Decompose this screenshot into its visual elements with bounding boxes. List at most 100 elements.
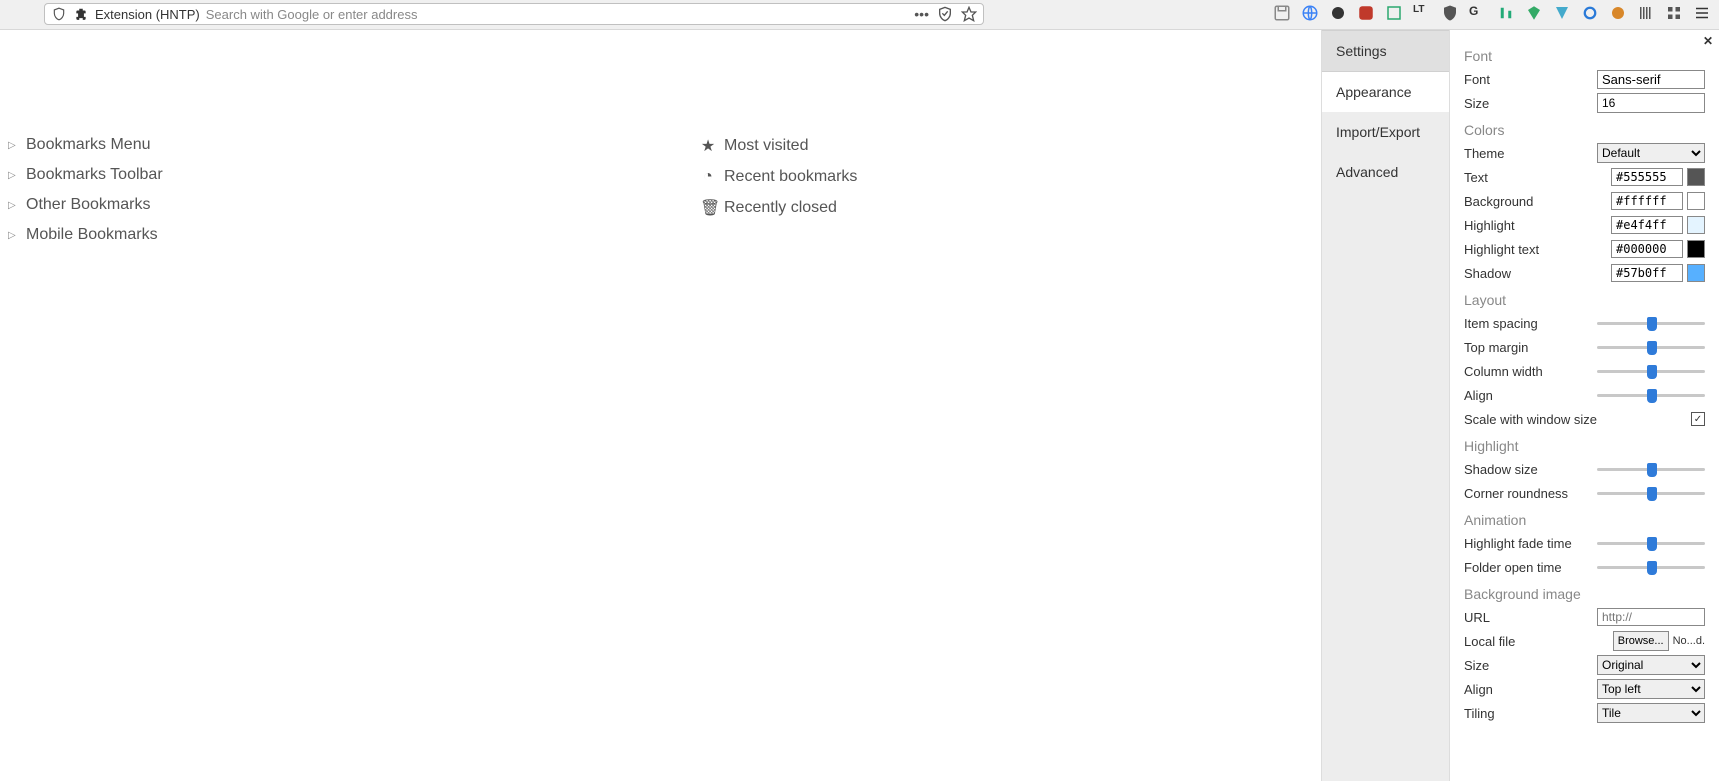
section-animation: Animation: [1464, 512, 1705, 528]
addon-icon-12[interactable]: [1637, 4, 1655, 22]
reader-icon[interactable]: [937, 6, 953, 22]
color-label: Highlight: [1464, 218, 1611, 233]
addon-icon-10[interactable]: [1581, 4, 1599, 22]
shield-icon: [51, 6, 67, 22]
color-input[interactable]: [1611, 192, 1683, 210]
slider[interactable]: [1597, 370, 1705, 373]
item-icon: ★: [700, 136, 716, 156]
bookmark-special[interactable]: ◔ Recent bookmarks: [700, 162, 1100, 192]
addon-icon-5[interactable]: [1441, 4, 1459, 22]
addon-icon-4[interactable]: LT: [1413, 4, 1431, 22]
item-icon: 🗑: [700, 198, 716, 218]
caret-icon: ▷: [8, 140, 18, 151]
color-input[interactable]: [1611, 216, 1683, 234]
color-swatch[interactable]: [1687, 240, 1705, 258]
addon-icon-1[interactable]: [1329, 4, 1347, 22]
save-icon[interactable]: [1273, 4, 1291, 22]
bookmark-label: Recent bookmarks: [724, 168, 857, 186]
color-swatch[interactable]: [1687, 168, 1705, 186]
color-input[interactable]: [1611, 240, 1683, 258]
slider-label: Align: [1464, 388, 1597, 403]
bookmark-folder[interactable]: ▷Bookmarks Toolbar: [8, 160, 608, 190]
caret-icon: ▷: [8, 170, 18, 181]
slider[interactable]: [1597, 492, 1705, 495]
close-icon[interactable]: ✕: [1703, 34, 1713, 48]
slider[interactable]: [1597, 346, 1705, 349]
section-colors: Colors: [1464, 122, 1705, 138]
tab-import-export[interactable]: Import/Export: [1322, 112, 1449, 152]
color-swatch[interactable]: [1687, 264, 1705, 282]
location-extension-label: Extension (HNTP): [95, 7, 200, 22]
addon-icon-11[interactable]: [1609, 4, 1627, 22]
bookmark-label: Other Bookmarks: [26, 196, 150, 214]
bg-url-input[interactable]: [1597, 608, 1705, 626]
slider[interactable]: [1597, 468, 1705, 471]
tab-advanced[interactable]: Advanced: [1322, 152, 1449, 192]
font-input[interactable]: [1597, 70, 1705, 89]
label-localfile: Local file: [1464, 634, 1613, 649]
color-label: Background: [1464, 194, 1611, 209]
slider-label: Shadow size: [1464, 462, 1597, 477]
globe-icon[interactable]: [1301, 4, 1319, 22]
bookmark-folder[interactable]: ▷ Other Bookmarks: [8, 190, 608, 220]
bg-align-select[interactable]: Top left: [1597, 679, 1705, 699]
color-label: Text: [1464, 170, 1611, 185]
bookmark-folder[interactable]: ▷ Bookmarks Menu: [8, 130, 608, 160]
tab-appearance[interactable]: Appearance: [1322, 72, 1449, 112]
slider[interactable]: [1597, 322, 1705, 325]
addon-icon-8[interactable]: [1525, 4, 1543, 22]
slider-label: Corner roundness: [1464, 486, 1597, 501]
star-icon[interactable]: [961, 6, 977, 22]
ellipsis-icon[interactable]: •••: [914, 6, 929, 22]
menu-icon[interactable]: [1693, 4, 1711, 22]
color-input[interactable]: [1611, 168, 1683, 186]
bookmarks-column-right: ★ Most visited ◔ Recent bookmarks 🗑 Recently …: [700, 130, 1100, 224]
location-bar[interactable]: Extension (HNTP) Search with Google or e…: [44, 3, 984, 25]
slider[interactable]: [1597, 566, 1705, 569]
bg-tiling-select[interactable]: Tile: [1597, 703, 1705, 723]
label-bg-align: Align: [1464, 682, 1597, 697]
bookmark-label: Most visited: [724, 137, 808, 155]
toolbar-icons: LT G: [1273, 4, 1711, 22]
addon-icon-3[interactable]: [1385, 4, 1403, 22]
tab-settings[interactable]: Settings: [1322, 30, 1449, 72]
label-size: Size: [1464, 96, 1597, 111]
theme-select[interactable]: Default: [1597, 143, 1705, 163]
slider[interactable]: [1597, 542, 1705, 545]
browse-button[interactable]: Browse...: [1613, 631, 1669, 651]
addon-icon-6[interactable]: G: [1469, 4, 1487, 22]
slider-label: Item spacing: [1464, 316, 1597, 331]
location-search-placeholder[interactable]: Search with Google or enter address: [206, 7, 909, 22]
section-layout: Layout: [1464, 292, 1705, 308]
color-input[interactable]: [1611, 264, 1683, 282]
label-bg-size: Size: [1464, 658, 1597, 673]
item-icon: ◔: [700, 168, 716, 186]
slider-label: Column width: [1464, 364, 1597, 379]
section-font: Font: [1464, 48, 1705, 64]
addon-icon-2[interactable]: [1357, 4, 1375, 22]
section-bgimage: Background image: [1464, 586, 1705, 602]
bookmark-special[interactable]: 🗑 Recently closed: [700, 192, 1100, 224]
bookmark-folder[interactable]: ▷Mobile Bookmarks: [8, 220, 608, 250]
color-swatch[interactable]: [1687, 216, 1705, 234]
addon-icon-13[interactable]: [1665, 4, 1683, 22]
color-label: Shadow: [1464, 266, 1611, 281]
bookmark-label: Recently closed: [724, 199, 837, 217]
caret-icon: ▷: [8, 200, 18, 211]
label-bg-tiling: Tiling: [1464, 706, 1597, 721]
color-swatch[interactable]: [1687, 192, 1705, 210]
addon-icon-7[interactable]: [1497, 4, 1515, 22]
scale-checkbox[interactable]: ✓: [1691, 412, 1705, 426]
addon-icon-9[interactable]: [1553, 4, 1571, 22]
font-size-input[interactable]: [1597, 93, 1705, 113]
settings-pane-appearance: ✕ Font Font Size Colors Theme Default Te…: [1450, 30, 1719, 781]
color-label: Highlight text: [1464, 242, 1611, 257]
bookmark-special[interactable]: ★ Most visited: [700, 130, 1100, 162]
label-theme: Theme: [1464, 146, 1597, 161]
settings-panel: SettingsAppearanceImport/ExportAdvanced …: [1321, 30, 1719, 781]
bg-size-select[interactable]: Original: [1597, 655, 1705, 675]
slider-label: Top margin: [1464, 340, 1597, 355]
bookmarks-area: ▷Bookmarks Menu▷Bookmarks Toolbar▷Other …: [0, 30, 1160, 781]
slider[interactable]: [1597, 394, 1705, 397]
bookmark-label: Bookmarks Menu: [26, 136, 151, 154]
